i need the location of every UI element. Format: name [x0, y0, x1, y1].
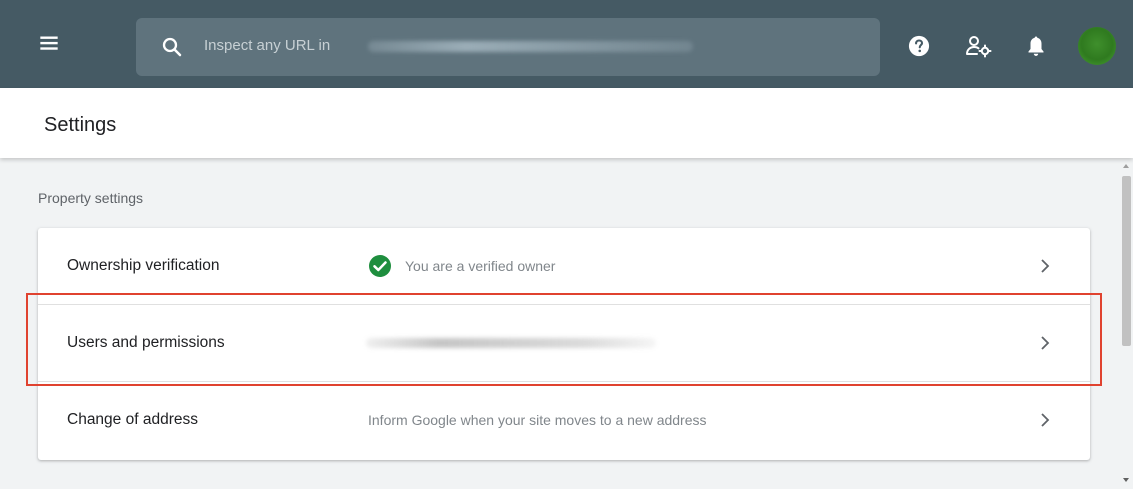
settings-row-users-and-permissions[interactable]: Users and permissions: [38, 305, 1090, 382]
blurred-property-url: [368, 41, 693, 52]
scroll-up-arrow-icon[interactable]: [1123, 164, 1129, 168]
page-header: Settings: [0, 88, 1133, 158]
settings-row-ownership-verification[interactable]: Ownership verification You are a verifie…: [38, 228, 1090, 305]
scroll-down-arrow-icon[interactable]: [1123, 478, 1129, 482]
manage-users-icon[interactable]: [965, 34, 993, 58]
row-label: Change of address: [67, 411, 198, 428]
chevron-right-icon: [1041, 413, 1050, 427]
check-circle-icon: [369, 255, 391, 277]
chevron-right-icon: [1041, 259, 1050, 273]
hamburger-menu-icon[interactable]: [36, 30, 62, 56]
row-value: Inform Google when your site moves to a …: [368, 412, 707, 428]
property-settings-card: Ownership verification You are a verifie…: [38, 228, 1090, 460]
page-title: Settings: [44, 114, 117, 136]
top-app-bar: Inspect any URL in: [0, 0, 1133, 88]
help-circle-icon[interactable]: [908, 35, 930, 57]
bell-icon[interactable]: [1025, 34, 1047, 58]
search-icon: [162, 37, 182, 57]
row-label: Users and permissions: [67, 334, 225, 351]
section-label: Property settings: [38, 190, 144, 206]
account-avatar[interactable]: [1078, 27, 1116, 65]
blurred-user-list: [366, 338, 656, 348]
settings-row-change-of-address[interactable]: Change of address Inform Google when you…: [38, 382, 1090, 459]
url-inspection-search[interactable]: Inspect any URL in: [136, 18, 880, 76]
search-input[interactable]: Inspect any URL in: [204, 37, 330, 54]
vertical-scrollbar[interactable]: [1120, 158, 1133, 489]
scrollbar-thumb[interactable]: [1122, 176, 1131, 346]
row-value: You are a verified owner: [405, 258, 556, 274]
chevron-right-icon: [1041, 336, 1050, 350]
row-label: Ownership verification: [67, 257, 220, 274]
